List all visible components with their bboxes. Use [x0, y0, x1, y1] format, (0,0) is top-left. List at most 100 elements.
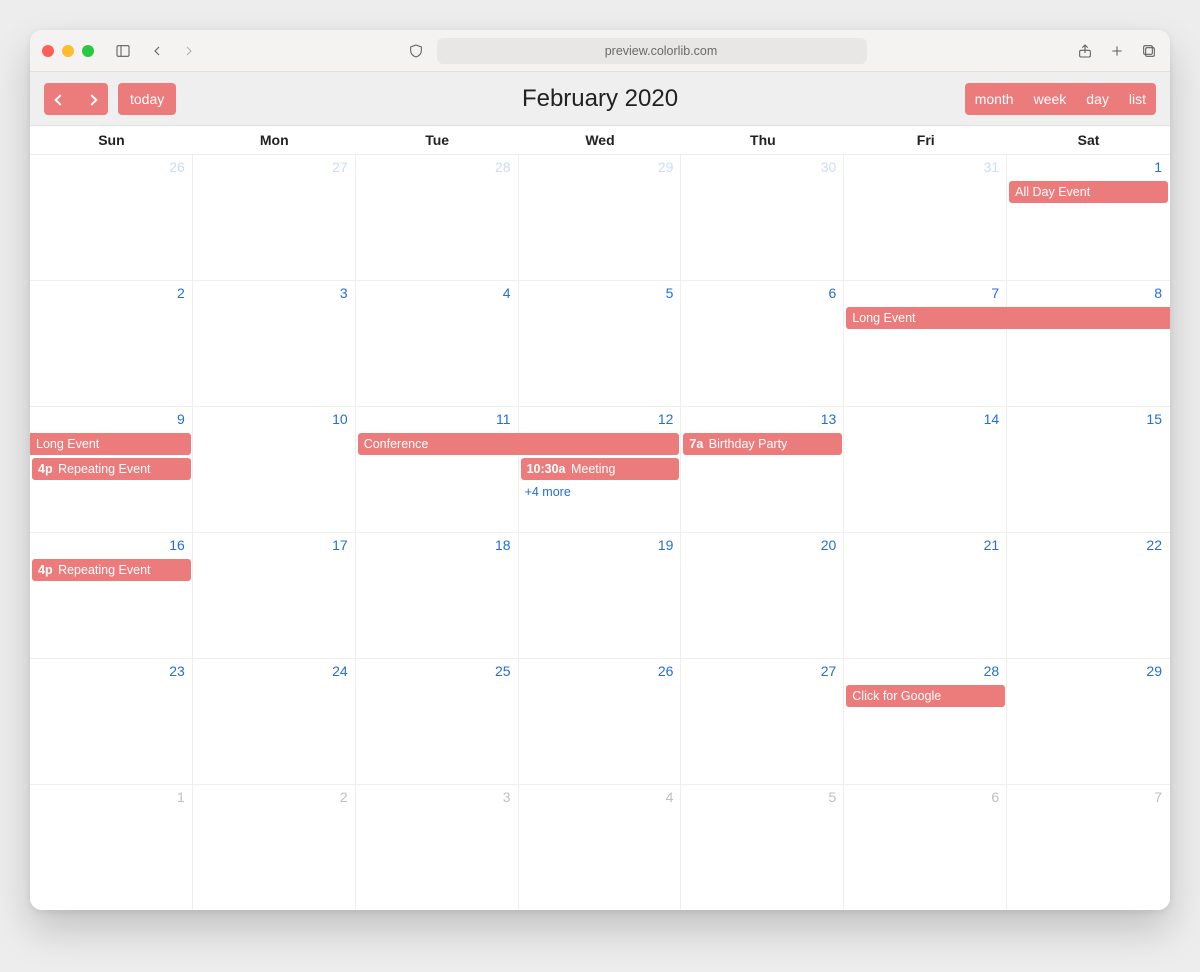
view-week-button[interactable]: week — [1024, 83, 1077, 115]
view-list-button[interactable]: list — [1119, 83, 1156, 115]
event-time: 4p — [38, 462, 53, 476]
day-header-cell: Fri — [844, 126, 1007, 154]
day-number[interactable]: 3 — [356, 785, 519, 805]
day-number[interactable]: 28 — [844, 659, 1007, 679]
address-bar[interactable]: preview.colorlib.com — [437, 38, 867, 64]
today-button[interactable]: today — [118, 83, 176, 115]
day-number[interactable]: 27 — [193, 155, 356, 175]
day-number[interactable]: 20 — [681, 533, 844, 553]
window-controls — [42, 45, 94, 57]
calendar-event[interactable]: All Day Event — [1009, 181, 1168, 203]
week-row: 2345678 Long Event — [30, 281, 1170, 407]
day-number[interactable]: 10 — [193, 407, 356, 427]
day-number[interactable]: 27 — [681, 659, 844, 679]
event-time: 7a — [689, 437, 703, 451]
event-time: 4p — [38, 563, 53, 577]
view-switcher: month week day list — [965, 83, 1156, 115]
minimize-window-button[interactable] — [62, 45, 74, 57]
week-row: 9101112131415 Long Event Conference7a Birt… — [30, 407, 1170, 533]
day-number[interactable]: 31 — [844, 155, 1007, 175]
day-number[interactable]: 26 — [30, 155, 193, 175]
day-number[interactable]: 13 — [681, 407, 844, 427]
chevron-left-icon — [54, 94, 65, 105]
day-number[interactable]: 9 — [30, 407, 193, 427]
day-number[interactable]: 5 — [519, 281, 682, 301]
view-day-button[interactable]: day — [1076, 83, 1119, 115]
url-text: preview.colorlib.com — [605, 44, 718, 58]
day-header-cell: Thu — [681, 126, 844, 154]
more-events-link[interactable]: +4 more — [519, 483, 682, 505]
share-icon[interactable] — [1076, 42, 1094, 60]
close-window-button[interactable] — [42, 45, 54, 57]
browser-window: preview.colorlib.com today February 2020… — [30, 30, 1170, 910]
calendar-event[interactable]: 10:30a Meeting — [521, 458, 680, 480]
calendar-event[interactable]: Click for Google — [846, 685, 1005, 707]
day-number[interactable]: 24 — [193, 659, 356, 679]
week-row: 23242526272829Click for Google — [30, 659, 1170, 785]
day-number[interactable]: 12 — [519, 407, 682, 427]
day-number[interactable]: 29 — [1007, 659, 1170, 679]
maximize-window-button[interactable] — [82, 45, 94, 57]
day-number[interactable]: 25 — [356, 659, 519, 679]
forward-button[interactable] — [180, 42, 198, 60]
calendar-event[interactable]: Conference — [358, 433, 680, 455]
day-number[interactable]: 28 — [356, 155, 519, 175]
day-number[interactable]: 11 — [356, 407, 519, 427]
day-number[interactable]: 16 — [30, 533, 193, 553]
nav-button-group — [44, 83, 108, 115]
event-time: 10:30a — [527, 462, 566, 476]
titlebar: preview.colorlib.com — [30, 30, 1170, 72]
view-month-button[interactable]: month — [965, 83, 1024, 115]
new-tab-icon[interactable] — [1108, 42, 1126, 60]
prev-button[interactable] — [44, 83, 76, 115]
weeks-container: 2627282930311All Day Event2345678Long Ev… — [30, 155, 1170, 910]
day-number[interactable]: 29 — [519, 155, 682, 175]
next-button[interactable] — [76, 83, 108, 115]
day-number[interactable]: 1 — [30, 785, 193, 805]
day-number[interactable]: 2 — [193, 785, 356, 805]
week-row: 16171819202122 4p Repeating Event — [30, 533, 1170, 659]
tabs-overview-icon[interactable] — [1140, 42, 1158, 60]
day-number[interactable]: 30 — [681, 155, 844, 175]
calendar-event[interactable]: Long Event — [30, 433, 191, 455]
sidebar-toggle-icon[interactable] — [114, 42, 132, 60]
day-header-cell: Sat — [1007, 126, 1170, 154]
day-number[interactable]: 8 — [1007, 281, 1170, 301]
day-number[interactable]: 14 — [844, 407, 1007, 427]
day-header-cell: Sun — [30, 126, 193, 154]
week-row: 2627282930311 All Day Event — [30, 155, 1170, 281]
calendar-event[interactable]: 7a Birthday Party — [683, 433, 842, 455]
day-number[interactable]: 21 — [844, 533, 1007, 553]
lock-icon — [587, 45, 599, 57]
privacy-shield-icon[interactable] — [407, 42, 425, 60]
calendar-toolbar: today February 2020 month week day list — [30, 72, 1170, 126]
day-header-row: SunMonTueWedThuFriSat — [30, 126, 1170, 155]
chevron-right-icon — [86, 94, 97, 105]
day-number[interactable]: 23 — [30, 659, 193, 679]
day-number[interactable]: 7 — [844, 281, 1007, 301]
day-number[interactable]: 26 — [519, 659, 682, 679]
day-number[interactable]: 4 — [519, 785, 682, 805]
calendar-grid: SunMonTueWedThuFriSat 2627282930311All D… — [30, 126, 1170, 910]
day-number[interactable]: 2 — [30, 281, 193, 301]
calendar-event[interactable]: 4p Repeating Event — [32, 458, 191, 480]
day-header-cell: Tue — [356, 126, 519, 154]
week-row: 1234567 — [30, 785, 1170, 910]
calendar-event[interactable]: 4p Repeating Event — [32, 559, 191, 581]
day-number[interactable]: 3 — [193, 281, 356, 301]
day-number[interactable]: 4 — [356, 281, 519, 301]
day-number[interactable]: 6 — [681, 281, 844, 301]
day-number[interactable]: 15 — [1007, 407, 1170, 427]
day-number[interactable]: 5 — [681, 785, 844, 805]
day-number[interactable]: 1 — [1007, 155, 1170, 175]
day-number[interactable]: 7 — [1007, 785, 1170, 805]
day-number[interactable]: 6 — [844, 785, 1007, 805]
calendar-event[interactable]: Long Event — [846, 307, 1170, 329]
day-number[interactable]: 18 — [356, 533, 519, 553]
day-number[interactable]: 19 — [519, 533, 682, 553]
day-number[interactable]: 22 — [1007, 533, 1170, 553]
day-header-cell: Wed — [519, 126, 682, 154]
refresh-icon[interactable] — [846, 44, 859, 57]
day-number[interactable]: 17 — [193, 533, 356, 553]
back-button[interactable] — [148, 42, 166, 60]
